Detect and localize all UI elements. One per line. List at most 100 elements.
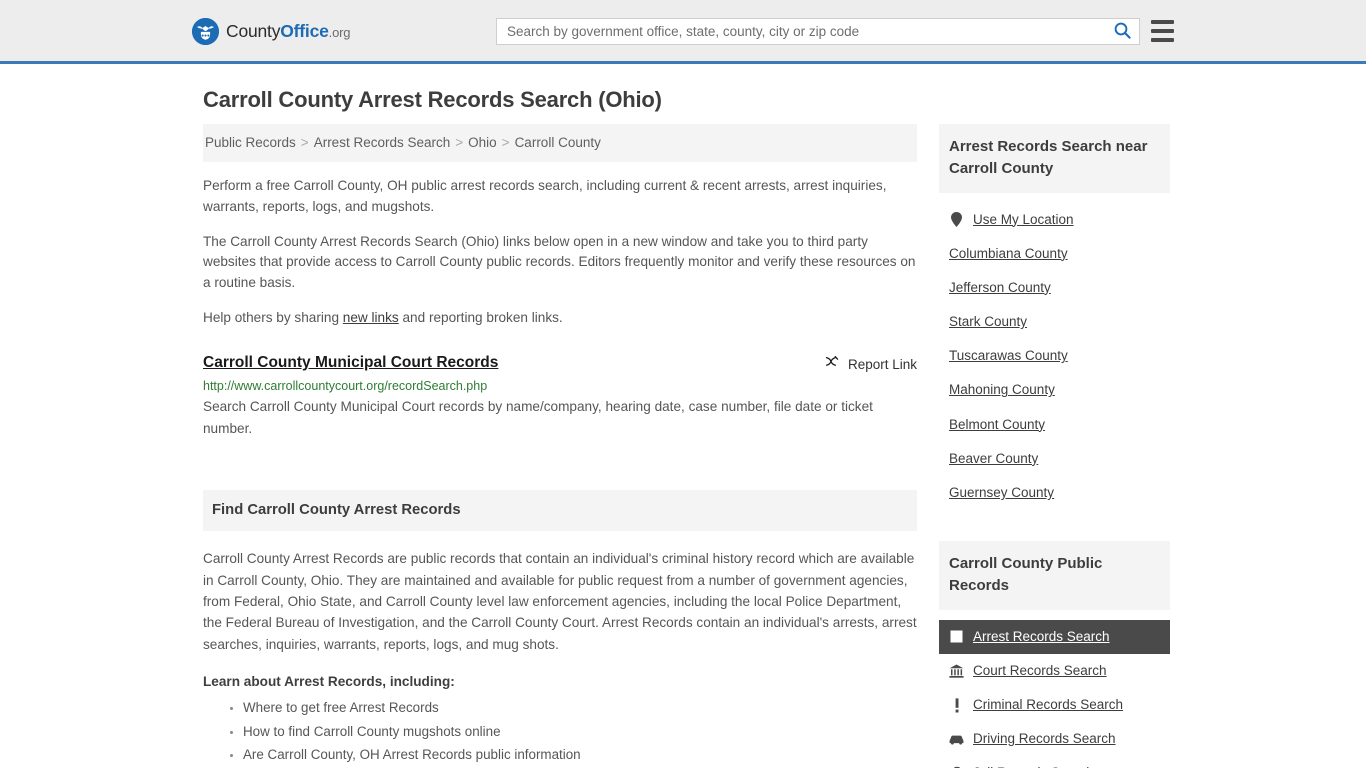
map-pin-icon bbox=[949, 212, 964, 228]
site-header: CountyOffice.org bbox=[0, 0, 1366, 64]
list-item: Jail Records Search bbox=[939, 756, 1170, 768]
sidebar-item-beaver-county[interactable]: Beaver County bbox=[939, 442, 1170, 476]
result-header-row: Carroll County Municipal Court Records R… bbox=[203, 354, 917, 374]
list-item: Mahoning County bbox=[939, 373, 1170, 407]
sidebar-item-mahoning-county[interactable]: Mahoning County bbox=[939, 373, 1170, 407]
public-records-card: Carroll County Public Records Arrest Rec… bbox=[939, 541, 1170, 768]
share-text-after: and reporting broken links. bbox=[398, 309, 563, 325]
list-item: Tuscarawas County bbox=[939, 339, 1170, 373]
result-item: Carroll County Municipal Court Records R… bbox=[203, 354, 917, 440]
breadcrumb-item-carroll-county[interactable]: Carroll County bbox=[515, 135, 601, 150]
sidebar-item-label: Criminal Records Search bbox=[973, 697, 1124, 713]
public-records-header: Carroll County Public Records bbox=[939, 541, 1170, 610]
result-title-link[interactable]: Carroll County Municipal Court Records bbox=[203, 354, 498, 373]
sidebar-item-label: Arrest Records Search bbox=[973, 628, 1110, 644]
list-item: Beaver County bbox=[939, 442, 1170, 476]
sidebar-item-label: Driving Records Search bbox=[973, 731, 1116, 747]
logo-text: CountyOffice.org bbox=[226, 20, 351, 41]
list-item: Belmont County bbox=[939, 408, 1170, 442]
list-item: Arrest Records Search bbox=[939, 619, 1170, 654]
public-records-heading: Carroll County Public Records bbox=[949, 555, 1103, 594]
sidebar-item-label: Use My Location bbox=[973, 211, 1074, 227]
sidebar-item-label: Guernsey County bbox=[949, 485, 1055, 500]
sidebar-item-label: Columbiana County bbox=[949, 245, 1068, 261]
sidebar-item-label: Beaver County bbox=[949, 450, 1039, 466]
hamburger-menu-icon[interactable] bbox=[1151, 20, 1174, 42]
sidebar-item-tuscarawas-county[interactable]: Tuscarawas County bbox=[939, 339, 1170, 373]
sidebar-item-court-records-search[interactable]: Court Records Search bbox=[939, 654, 1170, 688]
intro-paragraph-2: The Carroll County Arrest Records Search… bbox=[203, 233, 916, 291]
breadcrumb-item-ohio[interactable]: Ohio bbox=[468, 135, 497, 150]
search-box bbox=[496, 18, 1140, 45]
learn-about-list: Where to get free Arrest Records How to … bbox=[203, 698, 917, 768]
list-item: Jefferson County bbox=[939, 271, 1170, 305]
search-icon bbox=[1114, 22, 1131, 42]
logo-text-org: .org bbox=[328, 24, 351, 40]
learn-about-heading: Learn about Arrest Records, including: bbox=[203, 674, 455, 690]
breadcrumb-separator: > bbox=[300, 135, 309, 150]
eagle-shield-logo-icon bbox=[192, 18, 219, 45]
find-section-body: Carroll County Arrest Records are public… bbox=[203, 551, 917, 652]
site-logo[interactable]: CountyOffice.org bbox=[192, 18, 350, 45]
find-section-header: Find Carroll County Arrest Records bbox=[203, 490, 917, 532]
nearby-counties-list: Use My Location Columbiana County Jeffer… bbox=[939, 203, 1170, 511]
hamburger-bar bbox=[1151, 38, 1174, 42]
sidebar-item-guernsey-county[interactable]: Guernsey County bbox=[939, 476, 1170, 510]
logo-text-county: County bbox=[226, 20, 281, 41]
logo-text-office: Office bbox=[280, 20, 329, 41]
car-icon bbox=[949, 732, 964, 747]
breadcrumb-separator: > bbox=[501, 135, 510, 150]
sidebar-item-label: Stark County bbox=[949, 314, 1028, 330]
breadcrumb-separator: > bbox=[455, 135, 464, 150]
list-item: Guernsey County bbox=[939, 476, 1170, 510]
nearby-counties-card: Arrest Records Search near Carroll Count… bbox=[939, 124, 1170, 510]
breadcrumb-item-arrest-records-search[interactable]: Arrest Records Search bbox=[314, 135, 451, 150]
sidebar-item-columbiana-county[interactable]: Columbiana County bbox=[939, 237, 1170, 271]
sidebar: Arrest Records Search near Carroll Count… bbox=[939, 124, 1170, 768]
result-description: Search Carroll County Municipal Court re… bbox=[203, 399, 873, 437]
intro-paragraph-1: Perform a free Carroll County, OH public… bbox=[203, 178, 887, 214]
sidebar-item-label: Tuscarawas County bbox=[949, 348, 1068, 364]
list-item: Are Carroll County, OH Arrest Records pu… bbox=[243, 745, 917, 765]
list-item: Use My Location bbox=[939, 203, 1170, 237]
intro-paragraph-3: Help others by sharing new links and rep… bbox=[203, 308, 917, 329]
breadcrumb-item-public-records[interactable]: Public Records bbox=[205, 135, 296, 150]
main-content-column: Public Records > Arrest Records Search > Ohi… bbox=[203, 124, 917, 768]
list-item: Court Records Search bbox=[939, 654, 1170, 688]
share-text-before: Help others by sharing bbox=[203, 309, 343, 325]
sidebar-item-stark-county[interactable]: Stark County bbox=[939, 305, 1170, 339]
list-item: Criminal Records Search bbox=[939, 688, 1170, 722]
page-title: Carroll County Arrest Records Search (Oh… bbox=[203, 87, 662, 112]
nearby-counties-header: Arrest Records Search near Carroll Count… bbox=[939, 124, 1170, 193]
exclamation-icon bbox=[949, 698, 964, 713]
new-links-link[interactable]: new links bbox=[343, 310, 399, 325]
public-records-list: Arrest Records Search Court Records Sear… bbox=[939, 619, 1170, 768]
sidebar-item-jail-records-search[interactable]: Jail Records Search bbox=[939, 756, 1170, 768]
sidebar-item-jefferson-county[interactable]: Jefferson County bbox=[939, 271, 1170, 305]
square-icon bbox=[949, 629, 964, 644]
sidebar-item-use-my-location[interactable]: Use My Location bbox=[939, 203, 1170, 237]
result-url[interactable]: http://www.carrollcountycourt.org/record… bbox=[203, 378, 917, 394]
sidebar-item-label: Jefferson County bbox=[949, 279, 1051, 295]
breadcrumb: Public Records > Arrest Records Search > Ohi… bbox=[203, 124, 917, 162]
report-link-button[interactable]: Report Link bbox=[824, 354, 917, 374]
list-item: Driving Records Search bbox=[939, 722, 1170, 756]
sidebar-item-label: Belmont County bbox=[949, 416, 1046, 432]
sidebar-item-criminal-records-search[interactable]: Criminal Records Search bbox=[939, 688, 1170, 722]
list-item: Where to get free Arrest Records bbox=[243, 698, 917, 718]
sidebar-item-driving-records-search[interactable]: Driving Records Search bbox=[939, 722, 1170, 756]
search-input[interactable] bbox=[497, 19, 1105, 44]
broken-link-icon bbox=[824, 355, 840, 374]
sidebar-item-label: Court Records Search bbox=[973, 662, 1107, 678]
list-item: Stark County bbox=[939, 305, 1170, 339]
find-section-heading: Find Carroll County Arrest Records bbox=[212, 502, 461, 519]
search-button[interactable] bbox=[1105, 19, 1139, 44]
sidebar-item-arrest-records-search[interactable]: Arrest Records Search bbox=[939, 619, 1170, 654]
list-item: How to find Carroll County mugshots onli… bbox=[243, 722, 917, 742]
nearby-counties-heading: Arrest Records Search near Carroll Count… bbox=[949, 138, 1148, 177]
bank-icon bbox=[949, 663, 964, 678]
sidebar-item-belmont-county[interactable]: Belmont County bbox=[939, 408, 1170, 442]
hamburger-bar bbox=[1151, 20, 1174, 24]
report-link-label: Report Link bbox=[847, 356, 917, 372]
hamburger-bar bbox=[1151, 29, 1174, 33]
